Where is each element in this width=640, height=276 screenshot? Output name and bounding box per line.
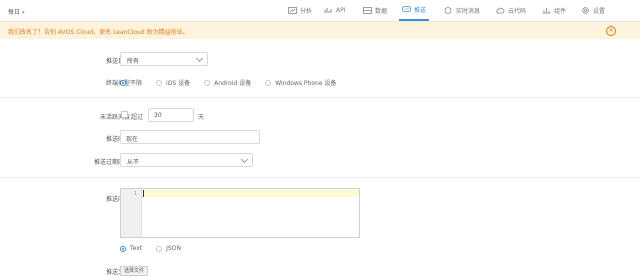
close-icon[interactable]: ✕ [606, 26, 616, 36]
push-time-input[interactable]: 现在 [120, 130, 260, 144]
line-number: 1 [133, 191, 137, 197]
nav-item-cloudcode[interactable]: 云代码 [496, 0, 526, 20]
editor-cursor [143, 190, 144, 197]
nav-label: 推送 [414, 7, 427, 14]
expiry-value: 从不 [127, 159, 140, 166]
chevron-down-icon [195, 54, 204, 63]
choose-file-button[interactable]: 选择文件 [120, 266, 149, 276]
push-time-label: 推送时间 [105, 136, 130, 143]
expiry-label: 推送过期时间 [93, 159, 130, 166]
inactive-label: 未活跃天数 [99, 114, 130, 121]
option-label: 不限 [130, 80, 143, 87]
device-radio-group: 不限 iOS 设备 Android 设备 Windows Phone 设备 [120, 78, 350, 87]
option-label: JSON [166, 245, 181, 252]
nav-item-realtime[interactable]: 实时消息 [444, 0, 480, 20]
device-option-any[interactable]: 不限 [120, 78, 142, 87]
nav-label: 分析 [300, 7, 313, 15]
inactive-days-input[interactable]: 30 [148, 108, 194, 122]
app-name: 每日 [8, 9, 21, 16]
target-value: 所有 [127, 58, 140, 65]
inactive-checkbox[interactable] [121, 111, 128, 118]
option-label: Text [130, 245, 143, 252]
format-radio-group: Text JSON [120, 245, 195, 252]
cloud-icon [496, 7, 505, 13]
content-label: 推送内容 [105, 196, 130, 203]
push-time-value: 现在 [126, 136, 139, 143]
radio-icon [265, 79, 272, 86]
top-nav-bar: 每日 ▾ 分析 API 数据 推送 实时消息 云代码 组件 设置 [0, 0, 640, 22]
api-icon [324, 7, 332, 13]
nav-label: 实时消息 [456, 7, 481, 15]
nav-label: 云代码 [508, 7, 527, 15]
nav-label: 设置 [593, 7, 606, 15]
radio-icon [156, 245, 163, 252]
inactive-checkbox-label: 超过 [131, 114, 144, 121]
banner-text: 我们改名了！告别 AVOS Cloud，更名 LeanCloud 助力精益创业。 [8, 29, 189, 36]
chevron-down-icon [240, 155, 249, 164]
caret-down-icon: ▾ [22, 10, 25, 16]
editor-gutter: 1 [121, 189, 142, 237]
gear-icon [582, 6, 589, 14]
nav-label: 组件 [554, 7, 567, 15]
radio-icon [156, 79, 163, 86]
nav-label: API [336, 6, 346, 14]
nav-item-data[interactable]: 数据 [363, 0, 387, 20]
radio-selected-icon [120, 79, 126, 86]
section-divider [0, 97, 640, 98]
section-divider [0, 177, 640, 178]
device-option-windows-phone[interactable]: Windows Phone 设备 [265, 78, 336, 87]
device-option-android[interactable]: Android 设备 [204, 78, 251, 87]
format-option-json[interactable]: JSON [156, 245, 181, 252]
nav-label: 数据 [375, 7, 388, 15]
content-editor[interactable]: 1 [120, 188, 360, 238]
nav-item-analytics[interactable]: 分析 [288, 0, 312, 20]
notice-banner: 我们改名了！告别 AVOS Cloud，更名 LeanCloud 助力精益创业。… [0, 22, 640, 39]
target-select[interactable]: 所有 [120, 52, 208, 66]
radio-selected-icon [120, 245, 126, 252]
option-label: Windows Phone 设备 [275, 80, 337, 87]
message-icon [444, 6, 452, 14]
format-option-text[interactable]: Text [120, 245, 142, 252]
device-option-ios[interactable]: iOS 设备 [156, 78, 190, 87]
analytics-icon [288, 6, 297, 14]
inactive-unit: 天 [198, 114, 205, 121]
nav-item-components[interactable]: 组件 [542, 0, 566, 20]
device-label: 终端类型 [105, 80, 130, 87]
app-switcher[interactable]: 每日 ▾ [8, 7, 25, 16]
nav-item-api[interactable]: API [324, 0, 346, 20]
editor-active-line [142, 190, 359, 197]
file-label: 推送文件 [105, 269, 130, 276]
components-icon [542, 7, 551, 13]
database-icon [363, 6, 372, 14]
radio-icon [204, 79, 211, 86]
chat-bubble-icon [402, 6, 411, 12]
option-label: Android 设备 [214, 80, 252, 87]
inactive-days-value: 30 [154, 112, 162, 119]
nav-item-push[interactable]: 推送 [399, 0, 430, 21]
target-label: 推送目标 [105, 58, 130, 65]
expiry-select[interactable]: 从不 [120, 153, 253, 167]
option-label: iOS 设备 [166, 80, 191, 87]
nav-item-settings[interactable]: 设置 [581, 0, 605, 20]
